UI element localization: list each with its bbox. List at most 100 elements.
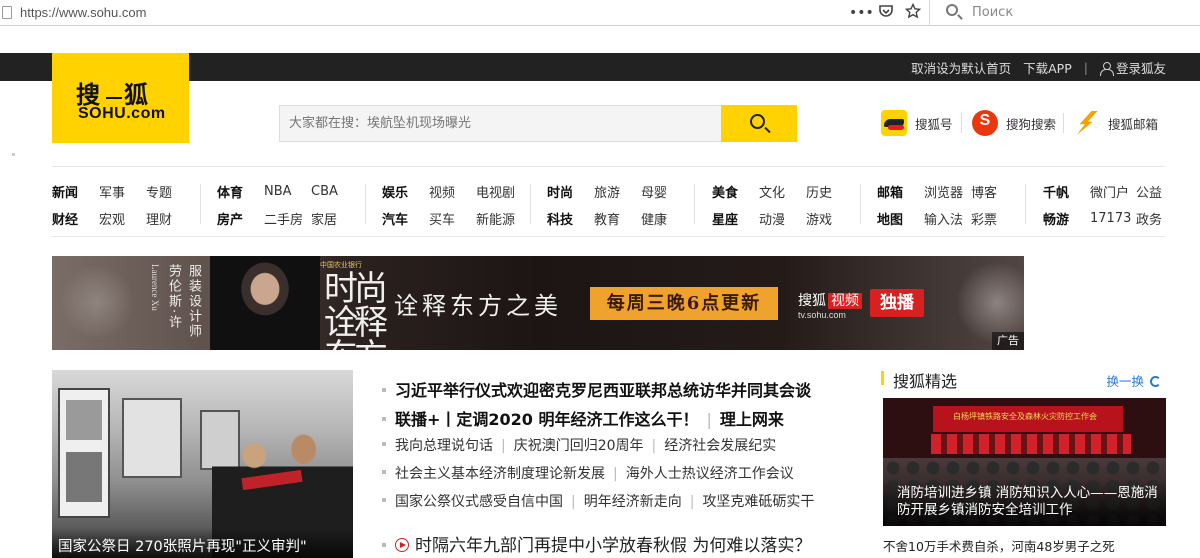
headline-item[interactable]: 习近平举行仪式欢迎密克罗尼西亚联邦总统访华并同其会谈 <box>382 377 811 401</box>
pocket-icon[interactable] <box>875 3 897 23</box>
nav-group-entertainment: 娱乐 视频 电视剧 汽车 买车 新能源 <box>382 178 515 232</box>
unset-homepage-link[interactable]: 取消设为默认首页 <box>911 58 1011 77</box>
main-photo[interactable]: 国家公祭日 270张照片再现"正义审判" <box>52 370 353 558</box>
nav-item[interactable]: 买车 <box>429 209 476 228</box>
nav-item[interactable]: 电视剧 <box>476 182 515 201</box>
nav-item[interactable]: 母婴 <box>641 182 667 201</box>
section-accent-bar <box>881 371 884 385</box>
nav-item[interactable]: 浏览器 <box>924 182 971 201</box>
nav-item[interactable]: 二手房 <box>264 209 311 228</box>
headline-link[interactable]: 理上网来 <box>720 410 784 429</box>
nav-item[interactable]: 宏观 <box>99 209 146 228</box>
search-input[interactable] <box>279 105 722 142</box>
main-photo-caption[interactable]: 国家公祭日 270张照片再现"正义审判" <box>52 528 353 558</box>
nav-item[interactable]: 星座 <box>712 209 759 228</box>
nav-item[interactable]: 视频 <box>429 182 476 201</box>
nav-item[interactable]: 地图 <box>877 209 924 228</box>
mail-label: 搜狐邮箱 <box>1108 116 1159 132</box>
nav-item[interactable]: 政务 <box>1136 209 1162 228</box>
picks-featured-image[interactable]: 白杨坪镇铁路安全及森林火灾防控工作会 消防培训进乡镇 消防知识入人心——恩施消防… <box>883 398 1166 526</box>
news-link[interactable]: 经济社会发展纪实 <box>664 438 776 454</box>
nav-item[interactable]: 历史 <box>806 182 832 201</box>
nav-item[interactable]: 专题 <box>146 182 172 201</box>
nav-item[interactable]: 新能源 <box>476 209 515 228</box>
nav-item[interactable]: 新闻 <box>52 182 99 201</box>
sogou-search-link[interactable]: 搜狗搜索 <box>972 110 1056 136</box>
nav-item[interactable]: 科技 <box>547 209 594 228</box>
play-icon <box>395 538 409 552</box>
banner-ad[interactable]: Laurence Xu 劳伦斯·许 服装设计师 中国农业银行 时尚诠释东方美 诠… <box>52 256 1024 350</box>
headline-link[interactable]: 联播+丨定调2020 明年经济工作这么干！ <box>395 410 699 429</box>
nav-group-more: 千帆 微门户 公益 畅游 17173 政务 <box>1043 178 1162 232</box>
nav-group-mail: 邮箱 浏览器 博客 地图 输入法 彩票 <box>877 178 997 232</box>
nav-item[interactable]: 彩票 <box>971 209 997 228</box>
sohu-hao-link[interactable]: 搜狐号 <box>881 110 953 136</box>
login-label: 登录狐友 <box>1115 60 1166 76</box>
news-link[interactable]: 社会主义基本经济制度理论新发展 <box>395 466 605 482</box>
browser-search-field[interactable]: Поиск <box>936 0 1200 26</box>
picks-image-caption[interactable]: 消防培训进乡镇 消防知识入人心——恩施消防开展乡镇消防安全培训工作 <box>883 480 1166 526</box>
bookmark-star-icon[interactable] <box>902 2 924 23</box>
nav-item[interactable]: NBA <box>264 184 311 199</box>
nav-item[interactable]: 家居 <box>311 209 337 228</box>
sohu-mail-link[interactable]: 搜狐邮箱 <box>1074 110 1158 136</box>
nav-group-sports: 体育 NBA CBA 房产 二手房 家居 <box>217 178 338 232</box>
nav-item[interactable]: 军事 <box>99 182 146 201</box>
nav-item[interactable]: 博客 <box>971 182 997 201</box>
nav-item[interactable]: 旅游 <box>594 182 641 201</box>
login-link[interactable]: 登录狐友 <box>1099 58 1166 77</box>
news-link[interactable]: 国家公祭仪式感受自信中国 <box>395 494 563 510</box>
download-app-link[interactable]: 下载APP <box>1023 58 1072 77</box>
search-button[interactable] <box>721 105 797 142</box>
news-row: 社会主义基本经济制度理论新发展 | 海外人士热议经济工作会议 <box>382 463 794 483</box>
browser-toolbar: https://www.sohu.com ••• Поиск <box>0 0 1200 26</box>
bullet <box>382 470 386 474</box>
brand-text: 搜狐 <box>798 293 826 309</box>
picks-header: 搜狐精选 换一换 <box>881 367 1165 391</box>
nav-item[interactable]: 健康 <box>641 209 667 228</box>
address-bar[interactable]: https://www.sohu.com ••• <box>0 0 930 26</box>
page: https://www.sohu.com ••• Поиск 取消设为默认首页 … <box>0 0 1200 558</box>
news-link[interactable]: 海外人士热议经济工作会议 <box>626 466 794 482</box>
news-link[interactable]: 我向总理说句话 <box>395 438 493 454</box>
headline-text: 习近平举行仪式欢迎密克罗尼西亚联邦总统访华并同其会谈 <box>395 381 812 400</box>
nav-item[interactable]: 财经 <box>52 209 99 228</box>
nav-item[interactable]: 输入法 <box>924 209 971 228</box>
nav-item[interactable]: 美食 <box>712 182 759 201</box>
refresh-button[interactable]: 换一换 <box>1106 371 1161 390</box>
nav-item[interactable]: 动漫 <box>759 209 806 228</box>
nav-item[interactable]: 时尚 <box>547 182 594 201</box>
nav-item[interactable]: 教育 <box>594 209 641 228</box>
sohu-hao-icon <box>881 110 907 136</box>
nav-group-food: 美食 文化 历史 星座 动漫 游戏 <box>712 178 832 232</box>
nav-item[interactable]: 汽车 <box>382 209 429 228</box>
nav-item[interactable]: 微门户 <box>1090 182 1136 201</box>
stage-banner-text: 白杨坪镇铁路安全及森林火灾防控工作会 <box>953 412 1097 421</box>
sohu-hao-label: 搜狐号 <box>915 116 953 132</box>
nav-item[interactable]: 游戏 <box>806 209 832 228</box>
nav-item[interactable]: 娱乐 <box>382 182 429 201</box>
nav-item[interactable]: 体育 <box>217 182 264 201</box>
nav-item[interactable]: 房产 <box>217 209 264 228</box>
nav-item[interactable]: 邮箱 <box>877 182 924 201</box>
nav-item[interactable]: 理财 <box>146 209 172 228</box>
news-link[interactable]: 攻坚克难砥砺实干 <box>702 494 814 510</box>
nav-item[interactable]: 公益 <box>1136 182 1162 201</box>
sohu-logo[interactable]: 搜狐 SOHU.com <box>52 53 189 143</box>
exclusive-badge: 独播 <box>870 289 924 317</box>
page-actions-icon[interactable]: ••• <box>849 3 874 23</box>
nav-item[interactable]: CBA <box>311 184 338 199</box>
picks-news-link[interactable]: 不舍10万手术费自杀，河南48岁男子之死 <box>883 536 1115 555</box>
nav-item[interactable]: 文化 <box>759 182 806 201</box>
url-text[interactable]: https://www.sohu.com <box>20 5 146 20</box>
nav-item[interactable]: 17173 <box>1090 211 1136 226</box>
news-link[interactable]: 庆祝澳门回归20周年 <box>514 438 644 454</box>
side-dot <box>12 153 15 156</box>
nav-item[interactable]: 畅游 <box>1043 209 1090 228</box>
headline-item: 联播+丨定调2020 明年经济工作这么干！ | 理上网来 <box>382 406 784 430</box>
video-headline[interactable]: 时隔六年九部门再提中小学放春秋假 为何难以落实？ <box>382 531 811 556</box>
news-link[interactable]: 明年经济新走向 <box>584 494 682 510</box>
nav-item[interactable]: 千帆 <box>1043 182 1090 201</box>
picks-title: 搜狐精选 <box>893 372 958 391</box>
nav-group-fashion: 时尚 旅游 母婴 科技 教育 健康 <box>547 178 667 232</box>
